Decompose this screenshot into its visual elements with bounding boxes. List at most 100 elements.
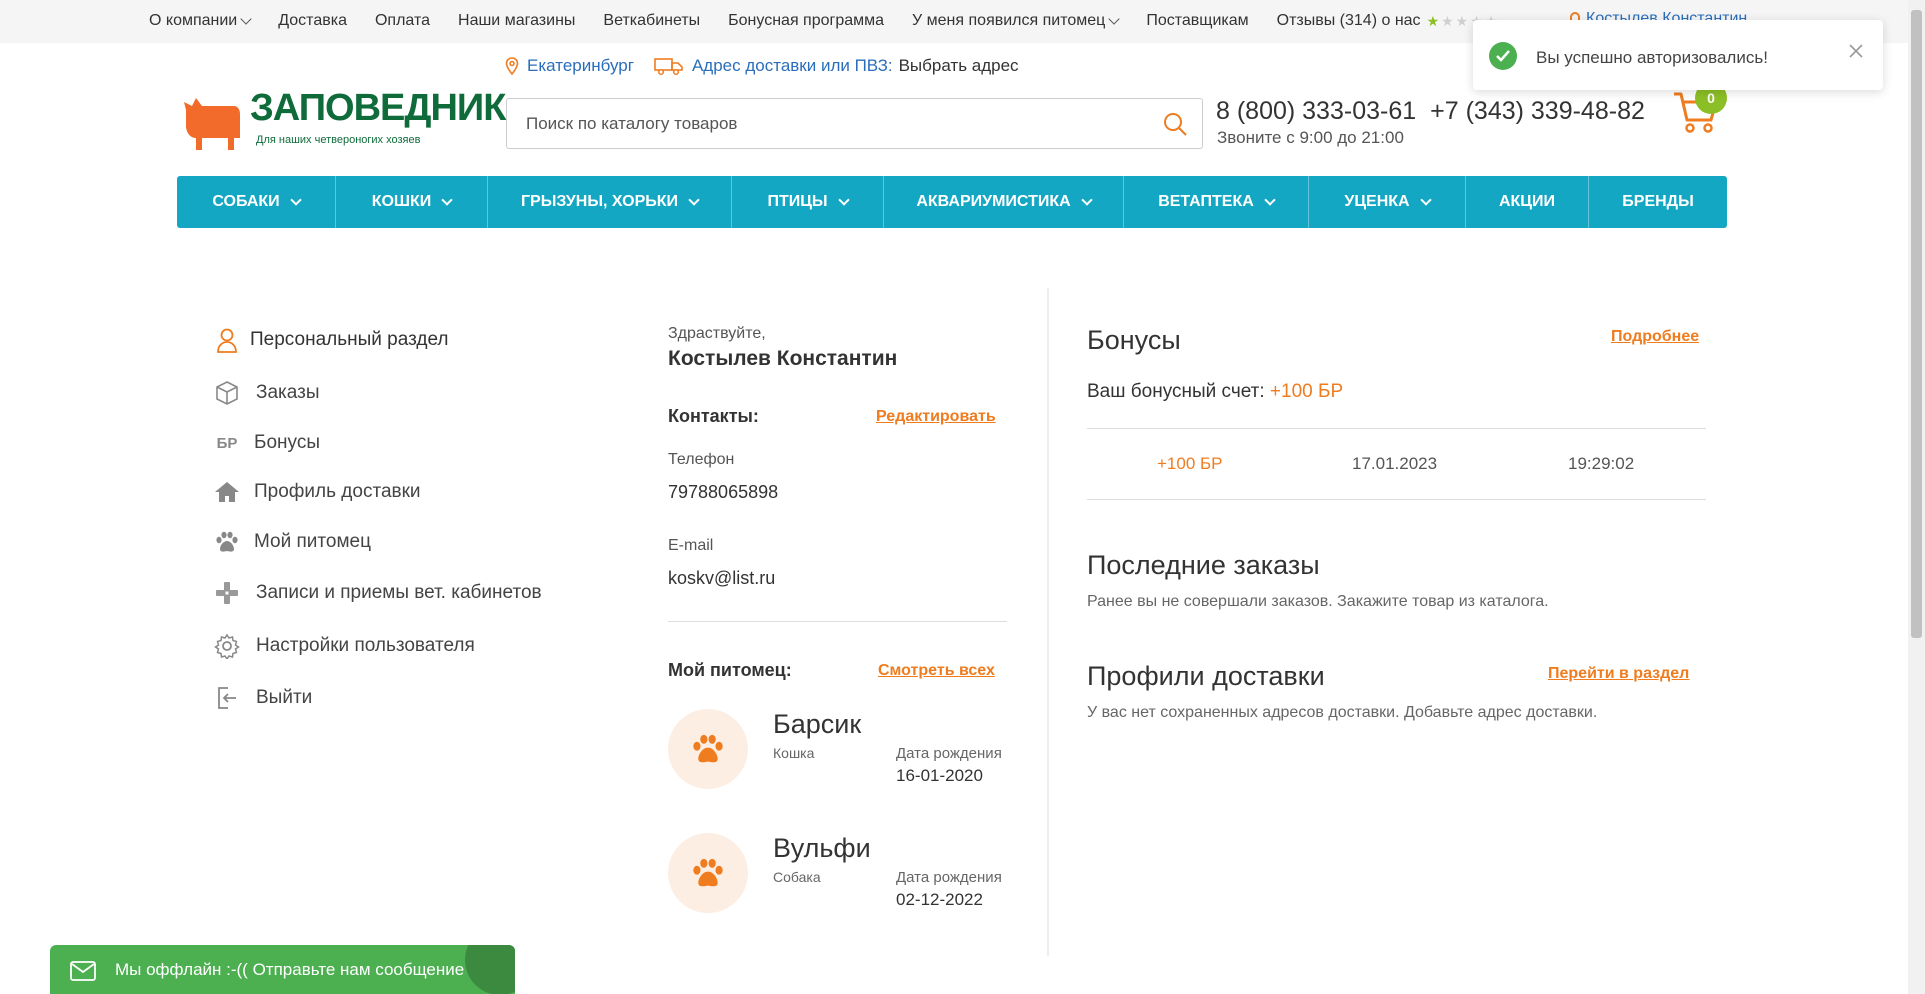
chevron-down-icon [688,193,700,206]
mail-icon [70,961,96,981]
success-toast: Вы успешно авторизовались! [1473,20,1883,90]
sidebar-item-label: Выйти [256,687,313,708]
menu-item-label: УЦЕНКА [1344,193,1410,210]
topnav-suppliers[interactable]: Поставщикам [1146,12,1248,30]
column-divider [1047,288,1049,956]
working-hours: Звоните с 9:00 до 21:00 [1217,128,1404,147]
pets-heading: Мой питомец: [668,660,792,680]
pet-avatar [668,833,748,913]
contacts-heading: Контакты: [668,406,759,426]
bonus-amount: +100 БР [1157,454,1223,473]
bonuses-more-link[interactable]: Подробнее [1611,328,1699,346]
chat-widget[interactable]: Мы оффлайн :-(( Отправьте нам сообщение [50,945,515,994]
chevron-down-icon [289,193,302,206]
email-value: koskv@list.ru [668,568,776,588]
menu-item-label: ГРЫЗУНЫ, ХОРЬКИ [520,193,679,210]
sidebar-item-label: Записи и приемы вет. кабинетов [256,582,542,603]
topnav-about[interactable]: О компании [149,12,252,30]
paw-icon [693,858,723,887]
divider [1087,499,1706,500]
sidebar-item-label: Заказы [256,382,320,403]
menu-item-label: БРЕНДЫ [1622,193,1694,210]
search-icon[interactable] [1162,111,1188,137]
logo-subtitle: Для наших четвероногих хозяев [256,134,421,146]
pet-birth-label: Дата рождения [896,745,1002,762]
sidebar-item-vet[interactable]: Записи и приемы вет. кабинетов [214,580,542,606]
topnav-reviews-label: Отзывы (314) о нас [1276,12,1421,29]
pet-card[interactable]: Вульфи Собака Дата рождения 02-12-2022 [668,833,1028,915]
city-link[interactable]: Екатеринбург [527,56,634,76]
menu-item-rodents[interactable]: ГРЫЗУНЫ, ХОРЬКИ [488,176,732,228]
pet-type: Кошка [773,745,815,761]
bonus-date: 17.01.2023 [1352,454,1438,473]
menu-item-birds[interactable]: ПТИЦЫ [732,176,884,228]
topnav-reviews[interactable]: Отзывы (314) о нас ★★★★★ [1277,12,1500,30]
menu-item-dogs[interactable]: СОБАКИ [177,176,336,228]
topnav-bonus[interactable]: Бонусная программа [728,12,884,30]
topnav-delivery[interactable]: Доставка [278,12,347,30]
topnav-new-pet[interactable]: У меня появился питомец [912,12,1120,30]
delivery-address-link[interactable]: Адрес доставки или ПВЗ: [692,56,893,76]
menu-item-discount[interactable]: УЦЕНКА [1309,176,1466,228]
sidebar-item-bonuses[interactable]: БР Бонусы [214,430,320,456]
site-logo[interactable]: ЗАПОВЕДНИК Для наших четвероногих хозяев [182,88,506,152]
topnav-about-label: О компании [149,12,238,29]
delivery-profiles-link[interactable]: Перейти в раздел [1548,665,1689,683]
sidebar-item-label: Персональный раздел [250,329,449,350]
paw-icon [214,529,240,555]
menu-item-label: КОШКИ [371,193,432,210]
menu-item-brands[interactable]: БРЕНДЫ [1589,176,1727,228]
choose-address-link[interactable]: Выбрать адрес [899,56,1019,76]
topnav-payment[interactable]: Оплата [375,12,430,30]
phone-1[interactable]: 8 (800) 333-03-61 [1216,97,1416,125]
logo-mascot-icon [184,98,240,150]
sidebar-item-pet[interactable]: Мой питомец [214,529,371,555]
chevron-down-icon [1108,12,1120,25]
top-nav: О компании Доставка Оплата Наши магазины… [149,12,1527,30]
phone-2[interactable]: +7 (343) 339-48-82 [1430,97,1645,125]
logout-icon [214,685,240,711]
sidebar-item-delivery[interactable]: Профиль доставки [214,479,421,505]
menu-item-cats[interactable]: КОШКИ [336,176,488,228]
page-scrollbar[interactable] [1908,0,1925,994]
menu-item-label: АКВАРИУМИСТИКА [916,193,1071,210]
truck-icon [654,58,683,76]
paw-icon [693,734,723,763]
close-icon[interactable] [1847,42,1865,60]
search-input[interactable] [507,99,1127,148]
menu-item-aquarium[interactable]: АКВАРИУМИСТИКА [884,176,1124,228]
location-pin-icon [505,57,519,75]
topnav-vet[interactable]: Веткабинеты [603,12,700,30]
menu-item-label: СОБАКИ [212,193,280,210]
sidebar-item-label: Настройки пользователя [256,635,475,656]
menu-item-pharmacy[interactable]: ВЕТАПТЕКА [1124,176,1309,228]
menu-item-label: ПТИЦЫ [767,193,828,210]
chevron-down-icon [1419,193,1432,206]
topnav-stores[interactable]: Наши магазины [458,12,575,30]
phones: 8 (800) 333-03-61 +7 (343) 339-48-82 [1216,97,1645,126]
sidebar-item-personal[interactable]: Персональный раздел [214,327,448,353]
pet-name: Вульфи [773,833,871,863]
delivery-profiles-text: У вас нет сохраненных адресов доставки. … [1087,704,1598,721]
menu-item-label: АКЦИИ [1498,193,1555,210]
bonus-account: Ваш бонусный счет: +100 БР [1087,381,1343,403]
sidebar-item-label: Профиль доставки [254,481,421,502]
chevron-down-icon [1081,193,1093,206]
sidebar-item-orders[interactable]: Заказы [214,380,320,406]
recent-orders-text: Ранее вы не совершали заказов. Закажите … [1087,593,1549,610]
pet-card[interactable]: Барсик Кошка Дата рождения 16-01-2020 [668,709,1028,791]
sidebar-item-settings[interactable]: Настройки пользователя [214,633,475,659]
scrollbar-thumb[interactable] [1911,10,1922,638]
check-icon [1489,42,1517,70]
pet-name: Барсик [773,709,862,739]
see-all-pets-link[interactable]: Смотреть всех [878,662,995,680]
phone-label: Телефон [668,451,735,468]
divider [1087,428,1706,429]
bonus-account-label: Ваш бонусный счет: [1087,381,1265,402]
chevron-down-icon [1264,193,1276,206]
edit-contacts-link[interactable]: Редактировать [876,408,996,426]
menu-item-promo[interactable]: АКЦИИ [1466,176,1589,228]
pet-type: Собака [773,869,821,885]
phone-value: 79788065898 [668,482,779,502]
sidebar-item-logout[interactable]: Выйти [214,685,312,711]
